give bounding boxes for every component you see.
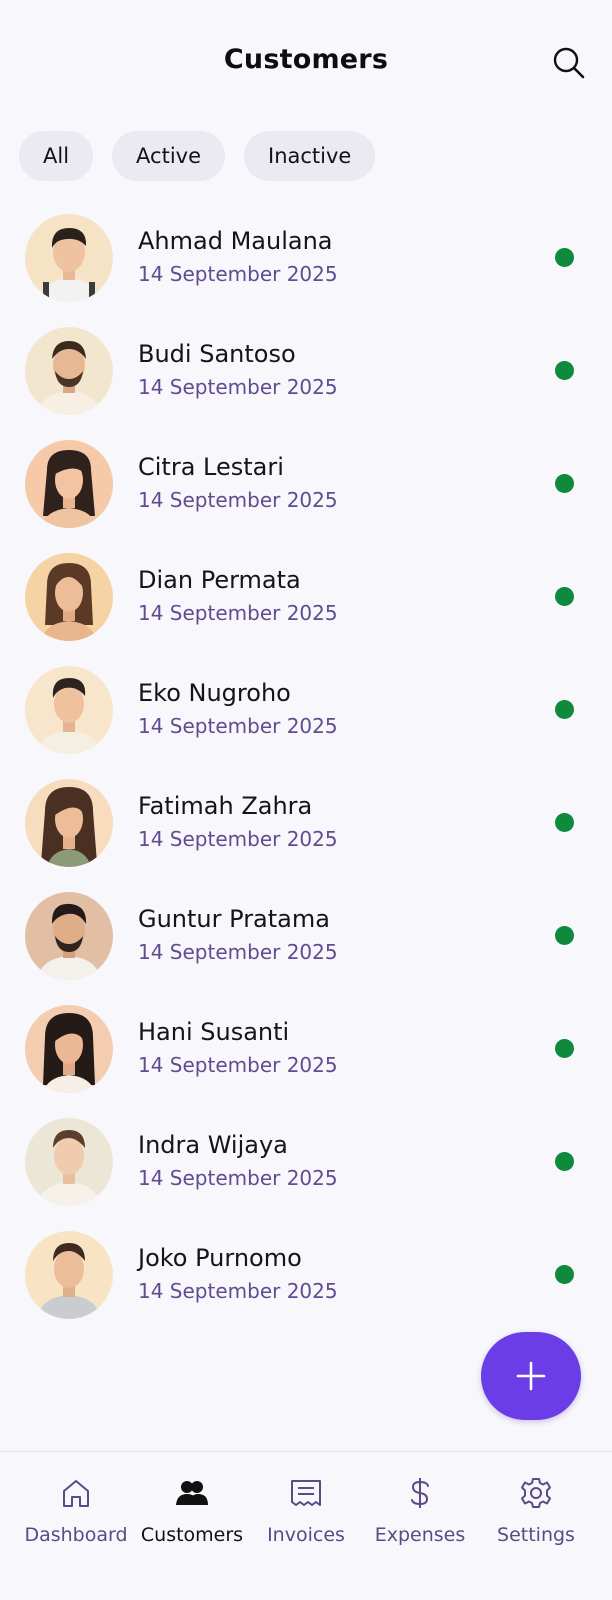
customer-date: 14 September 2025 xyxy=(138,1053,338,1077)
plus-icon xyxy=(516,1361,546,1391)
customer-name: Ahmad Maulana xyxy=(138,227,333,255)
status-indicator-active xyxy=(555,1152,574,1171)
status-indicator-active xyxy=(555,1265,574,1284)
customer-name: Indra Wijaya xyxy=(138,1131,288,1159)
customer-date: 14 September 2025 xyxy=(138,488,338,512)
gear-icon xyxy=(521,1478,551,1508)
nav-label: Settings xyxy=(497,1524,575,1546)
nav-item-invoices[interactable]: Invoices xyxy=(250,1452,362,1562)
filter-chip-all[interactable]: All xyxy=(19,131,94,181)
filter-chip-inactive[interactable]: Inactive xyxy=(244,131,376,181)
nav-item-customers[interactable]: Customers xyxy=(128,1452,256,1562)
customer-name: Citra Lestari xyxy=(138,453,284,481)
nav-label: Expenses xyxy=(374,1524,466,1546)
avatar xyxy=(25,327,113,415)
customer-name: Guntur Pratama xyxy=(138,905,330,933)
avatar xyxy=(25,214,113,302)
status-indicator-active xyxy=(555,926,574,945)
customer-name: Fatimah Zahra xyxy=(138,792,313,820)
customer-date: 14 September 2025 xyxy=(138,827,338,851)
status-indicator-active xyxy=(555,248,574,267)
customer-row[interactable]: Dian Permata 14 September 2025 xyxy=(0,549,612,662)
app-header: Customers xyxy=(0,0,612,120)
avatar xyxy=(25,553,113,641)
customer-list: Ahmad Maulana 14 September 2025 Budi San… xyxy=(0,210,612,1340)
customer-row[interactable]: Hani Susanti 14 September 2025 xyxy=(0,1001,612,1114)
customer-row[interactable]: Budi Santoso 14 September 2025 xyxy=(0,323,612,436)
nav-item-settings[interactable]: Settings xyxy=(478,1452,594,1562)
dollar-icon xyxy=(411,1478,429,1508)
customer-row[interactable]: Fatimah Zahra 14 September 2025 xyxy=(0,775,612,888)
customer-date: 14 September 2025 xyxy=(138,1279,338,1303)
nav-label: Customers xyxy=(140,1524,244,1546)
status-indicator-active xyxy=(555,361,574,380)
customer-name: Dian Permata xyxy=(138,566,301,594)
home-icon xyxy=(63,1480,89,1507)
bottom-navigation: Dashboard Customers Invoices Expenses Se… xyxy=(0,1451,612,1600)
avatar xyxy=(25,1118,113,1206)
nav-item-expenses[interactable]: Expenses xyxy=(362,1452,478,1562)
customer-name: Joko Purnomo xyxy=(138,1244,302,1272)
avatar xyxy=(25,892,113,980)
avatar xyxy=(25,1005,113,1093)
customer-date: 14 September 2025 xyxy=(138,262,338,286)
invoice-icon xyxy=(291,1480,321,1506)
customer-date: 14 September 2025 xyxy=(138,714,338,738)
nav-label: Invoices xyxy=(267,1524,345,1546)
users-icon xyxy=(176,1481,208,1505)
status-indicator-active xyxy=(555,474,574,493)
search-icon xyxy=(553,47,585,79)
customer-name: Budi Santoso xyxy=(138,340,296,368)
customer-date: 14 September 2025 xyxy=(138,1166,338,1190)
customer-row[interactable]: Ahmad Maulana 14 September 2025 xyxy=(0,210,612,323)
customer-date: 14 September 2025 xyxy=(138,375,338,399)
customer-date: 14 September 2025 xyxy=(138,940,338,964)
customer-name: Hani Susanti xyxy=(138,1018,290,1046)
status-indicator-active xyxy=(555,700,574,719)
filter-chip-active[interactable]: Active xyxy=(112,131,226,181)
status-indicator-active xyxy=(555,587,574,606)
customer-row[interactable]: Indra Wijaya 14 September 2025 xyxy=(0,1114,612,1227)
add-customer-button[interactable] xyxy=(481,1332,581,1420)
customer-row[interactable]: Guntur Pratama 14 September 2025 xyxy=(0,888,612,1001)
avatar xyxy=(25,666,113,754)
avatar xyxy=(25,779,113,867)
customer-row[interactable]: Citra Lestari 14 September 2025 xyxy=(0,436,612,549)
avatar xyxy=(25,440,113,528)
avatar xyxy=(25,1231,113,1319)
search-button[interactable] xyxy=(548,42,590,84)
customer-row[interactable]: Eko Nugroho 14 September 2025 xyxy=(0,662,612,775)
status-indicator-active xyxy=(555,1039,574,1058)
customer-date: 14 September 2025 xyxy=(138,601,338,625)
customer-row[interactable]: Joko Purnomo 14 September 2025 xyxy=(0,1227,612,1340)
customers-screen: Customers All Active Inactive Ahmad Maul… xyxy=(0,0,612,1600)
status-indicator-active xyxy=(555,813,574,832)
page-title: Customers xyxy=(223,44,389,75)
customer-name: Eko Nugroho xyxy=(138,679,291,707)
filter-chips: All Active Inactive xyxy=(19,131,376,181)
